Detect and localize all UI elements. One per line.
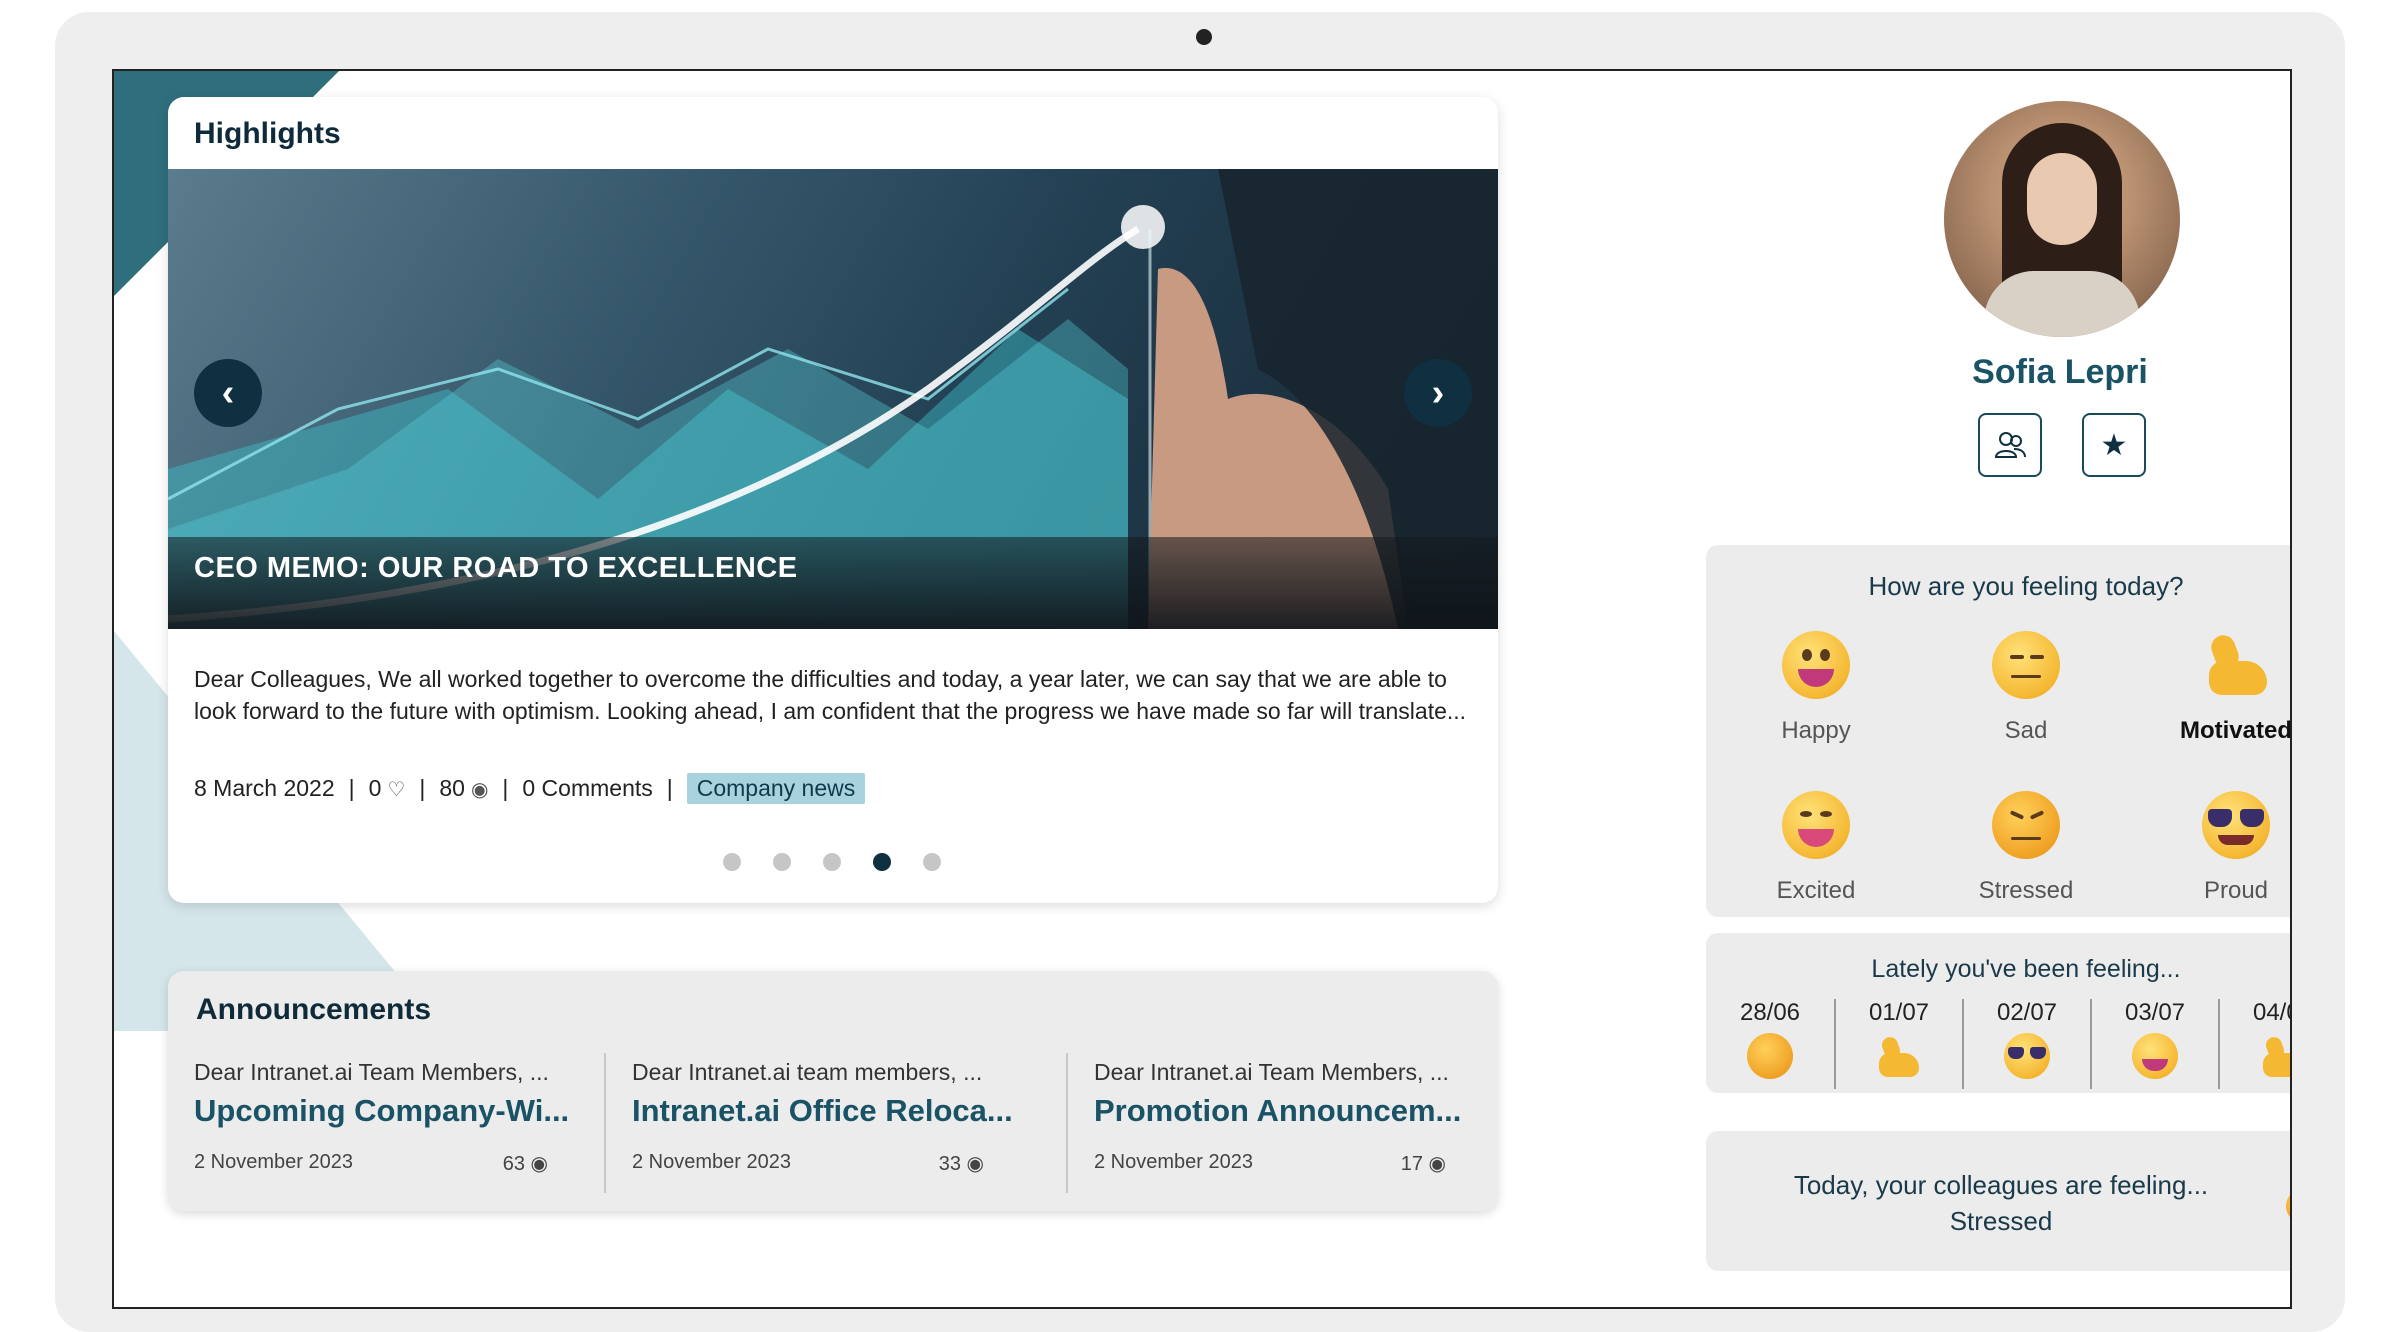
heart-icon: ♡ bbox=[387, 779, 406, 801]
colleagues-icon bbox=[1994, 432, 2026, 458]
mood-label: Proud bbox=[2203, 877, 2269, 904]
mood-history-card: Lately you've been feeling... 28/06 01/0… bbox=[1706, 933, 2290, 1093]
colleagues-mood-card: Today, your colleagues are feeling... St… bbox=[1706, 1131, 2290, 1271]
screen: Highlights CEO MEMO: OUR ROAD TO EXCELLE… bbox=[112, 69, 2292, 1309]
mood-history-day: 28/06 bbox=[1706, 999, 1834, 1089]
star-icon: ★ bbox=[2100, 428, 2128, 462]
separator: | bbox=[502, 775, 509, 801]
category-tag[interactable]: Company news bbox=[686, 773, 866, 804]
flexed-biceps-icon bbox=[2201, 631, 2271, 699]
chevron-left-icon: ‹ bbox=[221, 371, 235, 414]
announcement-item[interactable]: Dear Intranet.ai Team Members, ... Promo… bbox=[1066, 1053, 1476, 1193]
article-date: 8 March 2022 bbox=[194, 775, 335, 801]
mood-option-sad[interactable]: Sad bbox=[1936, 631, 2116, 781]
announcements-title: Announcements bbox=[196, 993, 432, 1026]
announcement-preview: Dear Intranet.ai Team Members, ... bbox=[1094, 1059, 1449, 1085]
announcement-item[interactable]: Dear Intranet.ai Team Members, ... Upcom… bbox=[168, 1053, 578, 1193]
confounded-emoji-icon bbox=[1992, 791, 2060, 859]
announcement-item[interactable]: Dear Intranet.ai team members, ... Intra… bbox=[604, 1053, 1014, 1193]
article-excerpt: Dear Colleagues, We all worked together … bbox=[194, 666, 1467, 724]
mood-label: Happy bbox=[1781, 717, 1851, 744]
announcement-headline[interactable]: Promotion Announcem... bbox=[1094, 1093, 1461, 1129]
comments-link[interactable]: 0 Comments bbox=[522, 775, 652, 802]
mood-history-title: Lately you've been feeling... bbox=[1871, 955, 2181, 983]
favorites-button[interactable]: ★ bbox=[2082, 413, 2146, 477]
like-button[interactable]: 0 ♡ bbox=[369, 775, 406, 802]
colleagues-button[interactable] bbox=[1978, 413, 2042, 477]
mood-option-excited[interactable]: Excited bbox=[1726, 791, 1906, 941]
carousel-dot-4[interactable] bbox=[873, 853, 891, 871]
sunglasses-emoji-icon bbox=[2202, 791, 2270, 859]
eye-icon: ◉ bbox=[1428, 1153, 1446, 1175]
highlights-title: Highlights bbox=[194, 117, 341, 150]
like-count: 0 bbox=[368, 775, 382, 801]
carousel-next-button[interactable]: › bbox=[1404, 359, 1472, 427]
announcement-views: 17 ◉ bbox=[1400, 1153, 1446, 1175]
mood-label: Motivated bbox=[2179, 717, 2292, 744]
eye-icon: ◉ bbox=[470, 779, 489, 801]
stressed-emoji-icon bbox=[1747, 1033, 1793, 1079]
view-count-group: 80 ◉ bbox=[439, 775, 488, 802]
mood-label: Sad bbox=[2004, 717, 2048, 744]
eye-icon: ◉ bbox=[966, 1153, 984, 1175]
mood-history-day: 04/07 bbox=[2218, 999, 2290, 1089]
carousel-dot-5[interactable] bbox=[923, 853, 941, 871]
carousel-dots bbox=[723, 853, 941, 871]
separator: | bbox=[348, 775, 355, 801]
announcement-views: 33 ◉ bbox=[938, 1153, 984, 1175]
carousel-dot-2[interactable] bbox=[773, 853, 791, 871]
highlights-card: Highlights CEO MEMO: OUR ROAD TO EXCELLE… bbox=[168, 97, 1498, 903]
mood-picker-card: How are you feeling today? Happy Sad Mot… bbox=[1706, 545, 2292, 917]
sunglasses-emoji-icon bbox=[2004, 1033, 2050, 1079]
colleagues-mood-text: Today, your colleagues are feeling... St… bbox=[1793, 1170, 2209, 1236]
announcement-headline[interactable]: Upcoming Company-Wi... bbox=[194, 1093, 569, 1129]
mood-label: Excited bbox=[1776, 877, 1856, 904]
happy-emoji-icon bbox=[2132, 1033, 2178, 1079]
mood-option-stressed[interactable]: Stressed bbox=[1936, 791, 2116, 941]
announcements-card: Announcements Dear Intranet.ai Team Memb… bbox=[168, 971, 1498, 1211]
announcement-headline[interactable]: Intranet.ai Office Reloca... bbox=[632, 1093, 1013, 1129]
mood-option-motivated[interactable]: Motivated bbox=[2146, 631, 2292, 781]
carousel-prev-button[interactable]: ‹ bbox=[194, 359, 262, 427]
sad-emoji-icon bbox=[1992, 631, 2060, 699]
mood-history-day: 02/07 bbox=[1962, 999, 2090, 1089]
mood-question: How are you feeling today? bbox=[1868, 571, 2184, 601]
mood-history-day: 01/07 bbox=[1834, 999, 1962, 1089]
user-name: Sofia Lepri bbox=[1972, 353, 2148, 391]
mood-history-day: 03/07 bbox=[2090, 999, 2218, 1089]
chevron-right-icon: › bbox=[1431, 371, 1445, 414]
article-meta: 8 March 2022 | 0 ♡ | 80 ◉ | 0 Comments | C… bbox=[194, 773, 866, 804]
grinning-emoji-icon bbox=[1782, 791, 1850, 859]
hero-image[interactable]: CEO MEMO: OUR ROAD TO EXCELLENCE bbox=[168, 169, 1498, 629]
hero-title[interactable]: CEO MEMO: OUR ROAD TO EXCELLENCE bbox=[194, 552, 798, 585]
eye-icon: ◉ bbox=[530, 1153, 548, 1175]
mood-option-happy[interactable]: Happy bbox=[1726, 631, 1906, 781]
flexed-biceps-icon bbox=[2259, 1033, 2290, 1079]
view-count: 80 bbox=[439, 775, 465, 801]
announcement-preview: Dear Intranet.ai team members, ... bbox=[632, 1059, 983, 1085]
profile-panel: Sofia Lepri ★ bbox=[1760, 101, 2290, 501]
webcam-dot bbox=[1196, 29, 1212, 45]
carousel-dot-1[interactable] bbox=[723, 853, 741, 871]
announcement-date: 2 November 2023 bbox=[1094, 1151, 1253, 1173]
stressed-emoji-icon bbox=[2286, 1189, 2290, 1223]
separator: | bbox=[666, 775, 673, 801]
mood-label: Stressed bbox=[1978, 877, 2074, 904]
mood-option-proud[interactable]: Proud bbox=[2146, 791, 2290, 941]
flexed-biceps-icon bbox=[1875, 1033, 1923, 1079]
separator: | bbox=[419, 775, 426, 801]
happy-emoji-icon bbox=[1782, 631, 1850, 699]
avatar[interactable] bbox=[1944, 101, 2180, 337]
carousel-dot-3[interactable] bbox=[823, 853, 841, 871]
announcement-date: 2 November 2023 bbox=[194, 1151, 353, 1173]
announcement-preview: Dear Intranet.ai Team Members, ... bbox=[194, 1059, 549, 1085]
announcement-views: 63 ◉ bbox=[502, 1153, 548, 1175]
announcement-date: 2 November 2023 bbox=[632, 1151, 791, 1173]
